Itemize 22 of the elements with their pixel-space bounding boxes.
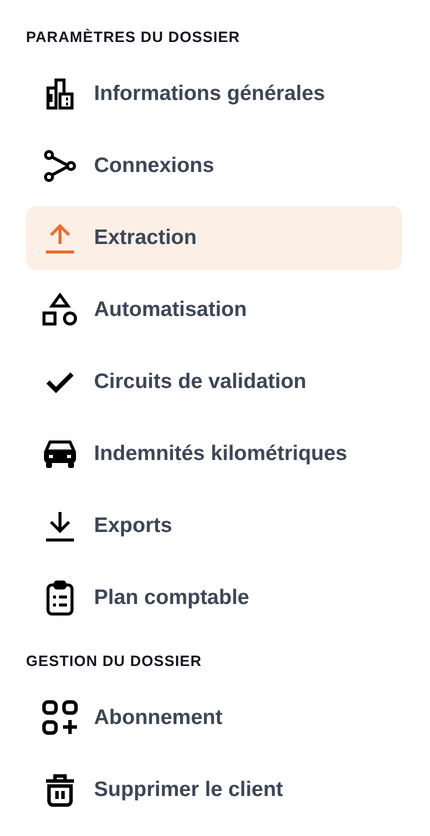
- apps-icon: [42, 700, 78, 736]
- clipboard-icon: [46, 580, 74, 616]
- buildings-icon: [46, 78, 74, 110]
- car-icon: [43, 439, 77, 469]
- download-icon: [45, 510, 75, 542]
- menu-item[interactable]: Informations générales: [26, 62, 402, 126]
- upload-icon: [45, 222, 75, 254]
- menu-item[interactable]: Indemnités kilométriques: [26, 422, 402, 486]
- menu-item[interactable]: Extraction: [26, 206, 402, 270]
- section-heading: PARAMÈTRES DU DOSSIER: [26, 28, 242, 48]
- menu-item[interactable]: Circuits de validation: [26, 350, 402, 414]
- menu-item[interactable]: Exports: [26, 494, 402, 558]
- connection-icon: [44, 150, 76, 182]
- menu-item[interactable]: Automatisation: [26, 278, 402, 342]
- trash-icon: [44, 773, 76, 807]
- menu-item[interactable]: Connexions: [26, 134, 402, 198]
- check-icon: [46, 371, 74, 393]
- menu-item[interactable]: Abonnement: [26, 686, 402, 750]
- section-heading: GESTION DU DOSSIER: [26, 652, 203, 672]
- shapes-icon: [42, 293, 78, 327]
- menu-item[interactable]: Plan comptable: [26, 566, 402, 630]
- menu-item[interactable]: Supprimer le client: [26, 758, 402, 822]
